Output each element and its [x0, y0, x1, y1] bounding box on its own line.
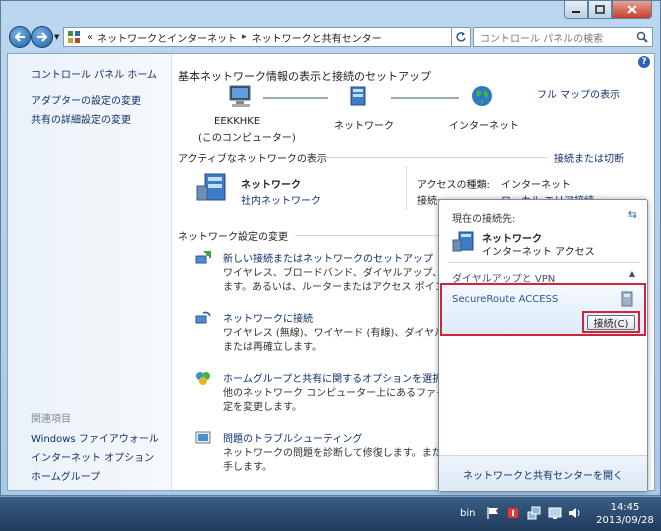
globe-icon: [472, 86, 492, 106]
address-bar[interactable]: « ネットワークとインターネット ▸ ネットワークと共有センター ▼: [63, 27, 468, 47]
network-tray-icon[interactable]: [527, 506, 541, 520]
close-button[interactable]: [612, 1, 652, 19]
sidebar-item-home[interactable]: コントロール パネル ホーム: [31, 66, 157, 81]
access-type-value: インターネット: [501, 180, 571, 191]
refresh-icon: [456, 32, 466, 42]
task-desc-line: ワイヤレス (無線)、ワイヤード (有線)、ダイヤルアップ: [223, 328, 475, 339]
computer-icon: [229, 85, 251, 107]
search-placeholder: コントロール パネルの検索: [480, 33, 604, 45]
address-prefix[interactable]: «: [87, 32, 93, 43]
connect-button[interactable]: 接続(C): [587, 315, 635, 330]
search-icon[interactable]: [636, 31, 648, 43]
homegroup-icon: [196, 372, 210, 385]
related-heading: 関連項目: [31, 414, 71, 425]
sidebar-item-firewall[interactable]: Windows ファイアウォール: [31, 430, 159, 445]
page-title: 基本ネットワーク情報の表示と接続のセットアップ: [178, 70, 431, 83]
computer-sub-label: (このコンピューター): [198, 133, 296, 144]
flyout-footer: ネットワークと共有センターを開く: [439, 455, 647, 491]
map-connector-line: [391, 97, 459, 99]
new-connection-icon: [195, 251, 211, 264]
vertical-divider: [406, 166, 407, 210]
network-location-icon: [196, 173, 226, 201]
close-icon: [627, 5, 637, 14]
breadcrumb-network-sharing-center[interactable]: ネットワークと共有センター: [252, 30, 382, 45]
flag-icon[interactable]: [486, 506, 500, 520]
forward-button[interactable]: [31, 26, 53, 48]
security-icon[interactable]: [506, 506, 520, 520]
recent-pages-dropdown[interactable]: ▼: [54, 33, 59, 41]
internet-node-label: インターネット: [449, 121, 519, 132]
caption-buttons: [564, 1, 652, 21]
full-map-link[interactable]: フル マップの表示: [537, 86, 620, 101]
clock[interactable]: 14:45 2013/09/28: [594, 501, 656, 527]
troubleshoot-icon: [195, 431, 211, 444]
network-node-label: ネットワーク: [334, 121, 394, 132]
maximize-icon: [595, 5, 605, 14]
clock-time: 14:45: [610, 502, 640, 513]
active-networks-heading: アクティブなネットワークの表示: [178, 154, 327, 165]
flyout-divider: [447, 262, 639, 263]
section-divider: [319, 157, 547, 158]
help-icon[interactable]: ?: [638, 56, 650, 68]
taskbar: bin 14:45 2013/09/28: [0, 496, 661, 531]
sidebar: コントロール パネル ホーム アダプターの設定の変更 共有の詳細設定の変更 関連…: [8, 54, 172, 490]
collapse-icon[interactable]: ▲: [629, 269, 635, 278]
connect-button-highlight: 接続(C): [582, 311, 640, 333]
task-desc-line: または再確立します。: [223, 342, 322, 353]
sidebar-item-adapter-settings[interactable]: アダプターの設定の変更: [31, 92, 141, 107]
task-new-connection[interactable]: 新しい接続またはネットワークのセットアップ: [223, 250, 433, 265]
flyout-network-status: インターネット アクセス: [482, 247, 595, 258]
change-settings-heading: ネットワーク設定の変更: [178, 232, 288, 243]
network-icon: [452, 231, 474, 252]
access-type-label: アクセスの種類:: [417, 180, 490, 191]
forward-arrow-icon: [37, 32, 48, 42]
minimize-button[interactable]: [564, 1, 588, 19]
minimize-icon: [572, 10, 580, 13]
maximize-button[interactable]: [588, 1, 612, 19]
volume-icon[interactable]: [568, 506, 582, 520]
breadcrumb-network-internet[interactable]: ネットワークとインターネット: [97, 30, 237, 45]
back-button[interactable]: [9, 26, 31, 48]
clock-date: 2013/09/28: [596, 515, 654, 526]
vpn-connection-name: SecureRoute ACCESS: [452, 294, 559, 305]
map-connector-line: [263, 97, 328, 99]
sidebar-item-advanced-sharing[interactable]: 共有の詳細設定の変更: [31, 111, 131, 126]
connect-network-icon: [195, 311, 211, 324]
taskbar-user-label[interactable]: bin: [460, 508, 475, 519]
screen-icon[interactable]: [548, 506, 562, 520]
task-desc-line: ネットワークの問題を診断して修復します。または、ト: [223, 448, 472, 459]
network-flyout: 現在の接続先: ⇆ ネットワーク インターネット アクセス ダイヤルアップと V…: [438, 199, 648, 492]
section-divider: [295, 235, 445, 236]
network-type-link[interactable]: 社内ネットワーク: [241, 192, 321, 207]
task-homegroup-options[interactable]: ホームグループと共有に関するオプションを選択する: [223, 370, 462, 385]
back-arrow-icon: [14, 32, 25, 42]
vpn-connection-icon: [621, 291, 633, 307]
computer-name-label: EEKKHKE: [214, 116, 261, 127]
control-panel-icon: [68, 31, 80, 43]
network-icon: [350, 86, 366, 106]
search-input[interactable]: コントロール パネルの検索: [473, 27, 653, 47]
connect-disconnect-link[interactable]: 接続または切断: [554, 150, 624, 165]
task-desc-line: ワイヤレス、ブロードバンド、ダイヤルアップ、アドホ: [223, 268, 473, 279]
refresh-button[interactable]: [451, 27, 471, 47]
connection-label: 接続:: [417, 196, 441, 207]
task-connect-network[interactable]: ネットワークに接続: [223, 310, 313, 325]
task-desc-line: 定を変更します。: [223, 402, 302, 413]
task-troubleshoot[interactable]: 問題のトラブルシューティング: [223, 430, 362, 445]
task-desc-line: 手します。: [223, 462, 272, 473]
sidebar-item-internet-options[interactable]: インターネット オプション: [31, 449, 154, 464]
vpn-connection-item[interactable]: SecureRoute ACCESS 接続(C): [440, 283, 646, 336]
refresh-icon[interactable]: ⇆: [628, 208, 637, 221]
breadcrumb-separator-icon[interactable]: ▸: [242, 32, 247, 42]
open-sharing-center-link[interactable]: ネットワークと共有センターを開く: [439, 467, 647, 482]
task-desc-line: ます。あるいは、ルーターまたはアクセス ポイントを: [223, 282, 465, 293]
sidebar-item-homegroup[interactable]: ホームグループ: [31, 468, 100, 483]
navigation-bar: ▼ « ネットワークとインターネット ▸ ネットワークと共有センター ▼ コント…: [7, 25, 655, 49]
active-network-name: ネットワーク: [241, 180, 301, 191]
current-connection-label: 現在の接続先:: [452, 214, 516, 225]
